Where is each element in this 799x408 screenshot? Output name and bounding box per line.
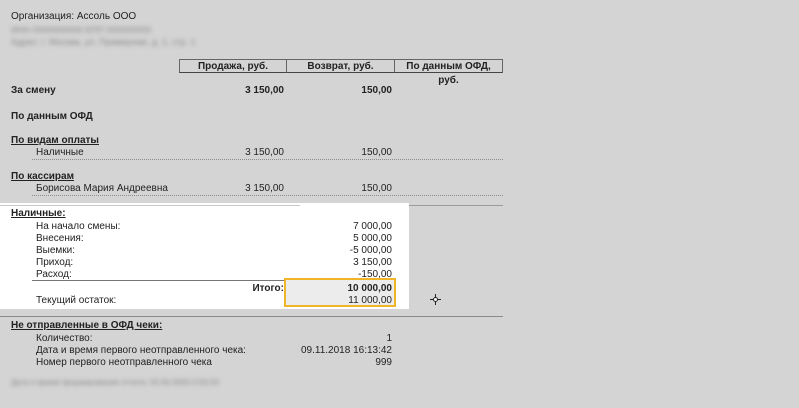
blurred-info-line2: Адрес: г. Москва, ул. Примерная, д. 1, с… — [11, 37, 196, 47]
dotted-divider — [32, 159, 503, 160]
unsent-row-value: 09.11.2018 16:13:42 — [300, 345, 392, 356]
shift-return-value: 150,00 — [361, 85, 392, 96]
blurred-info-line1: ИНН 0000000000 КПП 000000000 — [11, 25, 152, 35]
cash-section-title: Наличные: — [11, 208, 66, 219]
unsent-row-label: Номер первого неотправленного чека — [36, 357, 212, 368]
organization-label: Организация: Ассоль ООО — [11, 11, 137, 22]
section-divider — [0, 316, 503, 317]
cashier-row-return: 150,00 — [361, 183, 392, 194]
shift-sale-value: 3 150,00 — [245, 85, 284, 96]
cash-row-label: Выемки: — [36, 245, 76, 256]
cash-row-label: Расход: — [36, 269, 72, 280]
unsent-row-label: Количество: — [36, 333, 93, 344]
payment-row-sale: 3 150,00 — [245, 147, 284, 158]
dotted-divider — [32, 195, 503, 196]
cashiers-section-title: По кассирам — [11, 171, 74, 182]
column-header-return: Возврат, руб. — [286, 59, 395, 73]
unsent-section-title: Не отправленные в ОФД чеки: — [11, 320, 163, 331]
cash-row-label: Приход: — [36, 257, 74, 268]
cash-row-value: 3 150,00 — [353, 257, 392, 268]
section-divider — [409, 205, 503, 206]
shift-label: За смену — [11, 85, 56, 96]
cashier-row-sale: 3 150,00 — [245, 183, 284, 194]
cash-row-value: -5 000,00 — [349, 245, 392, 256]
section-divider — [0, 205, 300, 206]
cash-row-label: На начало смены: — [36, 221, 121, 232]
unsent-row-value: 999 — [375, 357, 392, 368]
cash-row-value: 7 000,00 — [353, 221, 392, 232]
cashier-row-label: Борисова Мария Андреевна — [36, 183, 168, 194]
crosshair-cursor-icon — [430, 294, 441, 305]
column-header-ofd: По данным ОФД, руб. — [394, 59, 503, 86]
cash-total-value: 10 000,00 — [347, 283, 393, 294]
cash-total-label: Итого: — [252, 283, 284, 294]
ofd-title: По данным ОФД — [11, 111, 93, 122]
column-header-sale: Продажа, руб. — [179, 59, 287, 73]
payment-row-label: Наличные — [36, 147, 84, 158]
payment-section-title: По видам оплаты — [11, 135, 99, 146]
cash-row-label: Внесения: — [36, 233, 84, 244]
unsent-row-value: 1 — [386, 333, 392, 344]
cash-row-value: 5 000,00 — [353, 233, 392, 244]
cash-balance-label: Текущий остаток: — [36, 295, 117, 306]
unsent-row-label: Дата и время первого неотправленного чек… — [36, 345, 246, 356]
blurred-footer: Дата и время формирования отчета: 00.00.… — [11, 378, 219, 387]
cash-balance-value: 11 000,00 — [348, 295, 392, 306]
payment-row-return: 150,00 — [361, 147, 392, 158]
